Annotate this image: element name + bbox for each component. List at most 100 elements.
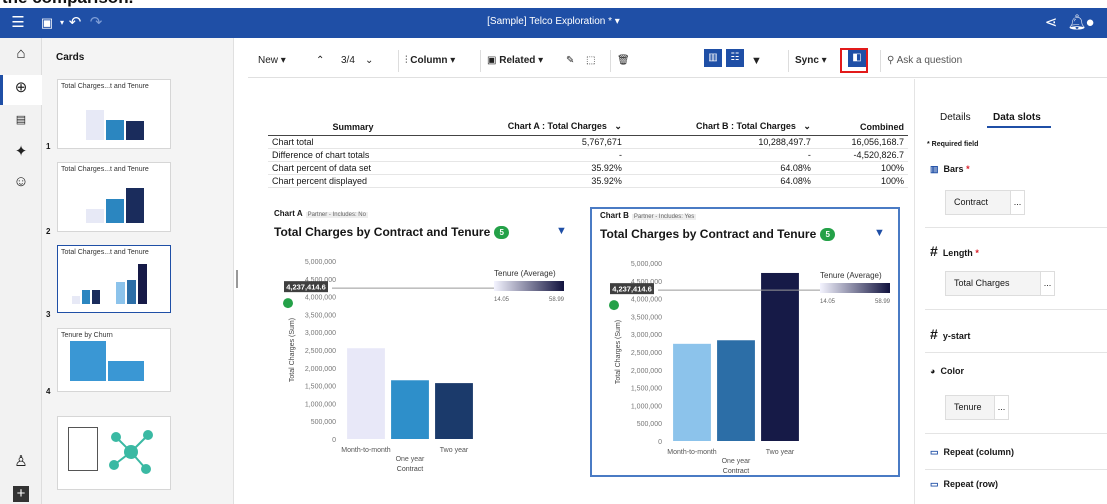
- document-title[interactable]: [Sample] Telco Exploration * ▾: [0, 16, 1107, 27]
- pin-button[interactable]: ✎: [566, 50, 574, 72]
- chart-b-label: Chart B Partner - Includes: Yes: [600, 211, 697, 220]
- card-bar: [106, 199, 124, 223]
- sync-button[interactable]: Sync ▾: [788, 50, 827, 72]
- table-row: Chart total 5,767,671 10,288,497.7 16,056,1…: [268, 135, 908, 149]
- color-field[interactable]: Tenure...: [945, 395, 1009, 420]
- chart-b-badge: 5: [820, 228, 836, 241]
- chart-a-header[interactable]: Chart A : Total Charges ⌄: [438, 118, 626, 136]
- repeat-icon: ▭: [930, 447, 939, 457]
- reference-label: 4,237,414.6: [286, 283, 326, 292]
- x-tick-label: Two year: [440, 447, 469, 454]
- chart-b-plot: 5,000,0004,500,0004,000,0003,500,0003,00…: [609, 261, 891, 475]
- chart-a-tag: Partner - Includes: No: [305, 212, 368, 218]
- card-3[interactable]: Total Charges...t and Tenure: [57, 245, 171, 313]
- y-tick-label: 4,000,000: [631, 297, 662, 304]
- chart-b-tag: Partner - Includes: Yes: [631, 214, 697, 220]
- x-axis-label: Contract: [397, 466, 424, 473]
- card-1[interactable]: Total Charges...t and Tenure: [57, 79, 171, 149]
- new-button[interactable]: New ▾: [258, 50, 286, 72]
- card-number: 2: [46, 227, 51, 236]
- chart-b-panel[interactable]: Chart B Partner - Includes: Yes Total Cha…: [590, 207, 900, 477]
- network-icon: [109, 430, 153, 474]
- chart-b-header[interactable]: Chart B : Total Charges ⌄: [625, 118, 815, 136]
- page-indicator: 3/4: [341, 55, 355, 66]
- explore-icon[interactable]: ⊕: [11, 78, 31, 98]
- chart-a-panel[interactable]: Chart A Partner - Includes: No Total Char…: [266, 207, 576, 477]
- slot-length: # Length *: [930, 243, 979, 259]
- chart-bar: [717, 340, 755, 441]
- filter-icon[interactable]: ▼: [556, 225, 567, 237]
- card-bar: [70, 341, 106, 381]
- add-icon[interactable]: +: [13, 486, 29, 502]
- card-title: Total Charges...t and Tenure: [61, 83, 149, 90]
- related-button[interactable]: ▣ Related ▾: [480, 50, 543, 72]
- ask-question-input[interactable]: ⚲ Ask a question: [880, 50, 1100, 72]
- slot-y-start: # y-start: [930, 326, 971, 342]
- card-bar: [86, 110, 104, 140]
- chart-bar: [391, 380, 429, 439]
- card-2[interactable]: Total Charges...t and Tenure: [57, 162, 171, 232]
- length-field[interactable]: Total Charges...: [945, 271, 1055, 296]
- table-view-button[interactable]: ☷: [726, 49, 744, 67]
- app-header: ☰ ▣ ▾ ↶ ↷ [Sample] Telco Exploration * ▾…: [0, 8, 1107, 38]
- legend-max: 58.99: [549, 297, 565, 303]
- combined-header: Combined: [814, 118, 908, 136]
- reference-marker: [609, 300, 619, 311]
- y-tick-label: 5,000,000: [305, 259, 336, 266]
- tab-indicator: [987, 126, 1051, 128]
- y-tick-label: 500,000: [637, 421, 662, 428]
- legend-min: 14.05: [494, 297, 510, 303]
- panel-splitter[interactable]: [236, 270, 238, 288]
- data-icon[interactable]: ▤: [11, 110, 31, 130]
- select-button[interactable]: ⬚: [586, 50, 595, 72]
- caption-text: the comparison.: [2, 0, 133, 8]
- related-icon: ▣: [487, 55, 497, 66]
- card-5[interactable]: [57, 416, 171, 490]
- chart-type-button[interactable]: ⫶ Column ▾: [398, 50, 455, 72]
- card-bar: [86, 209, 104, 223]
- filter-icon[interactable]: ▼: [874, 227, 885, 239]
- share-icon[interactable]: ⋖: [1041, 13, 1061, 33]
- y-tick-label: 500,000: [311, 419, 336, 426]
- prev-page-button[interactable]: ⌃: [316, 50, 324, 72]
- delete-button[interactable]: 🗑︎: [610, 50, 630, 72]
- card-bar: [116, 282, 125, 304]
- card-placeholder: [68, 427, 98, 471]
- divider: [925, 352, 1107, 353]
- reference-marker: [283, 298, 293, 309]
- cards-title: Cards: [56, 52, 85, 63]
- repeat-icon: ▭: [930, 479, 939, 489]
- home-icon[interactable]: ⌂: [11, 44, 31, 64]
- profile-icon[interactable]: ♙: [11, 452, 31, 472]
- legend-title: Tenure (Average): [494, 269, 556, 278]
- bars-field[interactable]: Contract...: [945, 190, 1025, 215]
- palette-icon: ◕: [930, 366, 936, 376]
- y-tick-label: 3,000,000: [305, 330, 336, 337]
- chart-a-badge: 5: [494, 226, 510, 239]
- y-tick-label: 2,500,000: [631, 350, 662, 357]
- y-tick-label: 2,000,000: [305, 366, 336, 373]
- y-tick-label: 3,000,000: [631, 332, 662, 339]
- x-tick-label: One year: [722, 458, 751, 465]
- y-tick-label: 3,500,000: [631, 314, 662, 321]
- card-4[interactable]: Tenure by Churn: [57, 328, 171, 392]
- chart-b-title: Total Charges by Contract and Tenure 5: [600, 227, 836, 241]
- filter-button[interactable]: ▼: [751, 50, 762, 72]
- chat-icon[interactable]: ☺: [11, 172, 31, 192]
- legend-min: 14.05: [820, 299, 836, 305]
- next-page-button[interactable]: ⌄: [365, 50, 373, 72]
- tab-data-slots[interactable]: Data slots: [993, 112, 1041, 123]
- y-tick-label: 1,000,000: [305, 401, 336, 408]
- tab-details[interactable]: Details: [940, 112, 971, 123]
- card-title: Total Charges...t and Tenure: [61, 166, 149, 173]
- column-chart-icon: ⫶: [405, 55, 408, 66]
- chart-view-button[interactable]: ▥: [704, 49, 722, 67]
- y-axis-label: Total Charges (Sum): [289, 318, 296, 382]
- pin-icon[interactable]: ✦: [11, 142, 31, 162]
- card-bar: [92, 290, 100, 304]
- user-icon[interactable]: ●: [1080, 13, 1100, 33]
- y-tick-label: 0: [658, 439, 662, 446]
- card-number: 4: [46, 387, 51, 396]
- properties-panel: Details Data slots * Required field ▥ Ba…: [914, 79, 1107, 504]
- summary-table: Summary Chart A : Total Charges ⌄ Chart …: [268, 118, 908, 188]
